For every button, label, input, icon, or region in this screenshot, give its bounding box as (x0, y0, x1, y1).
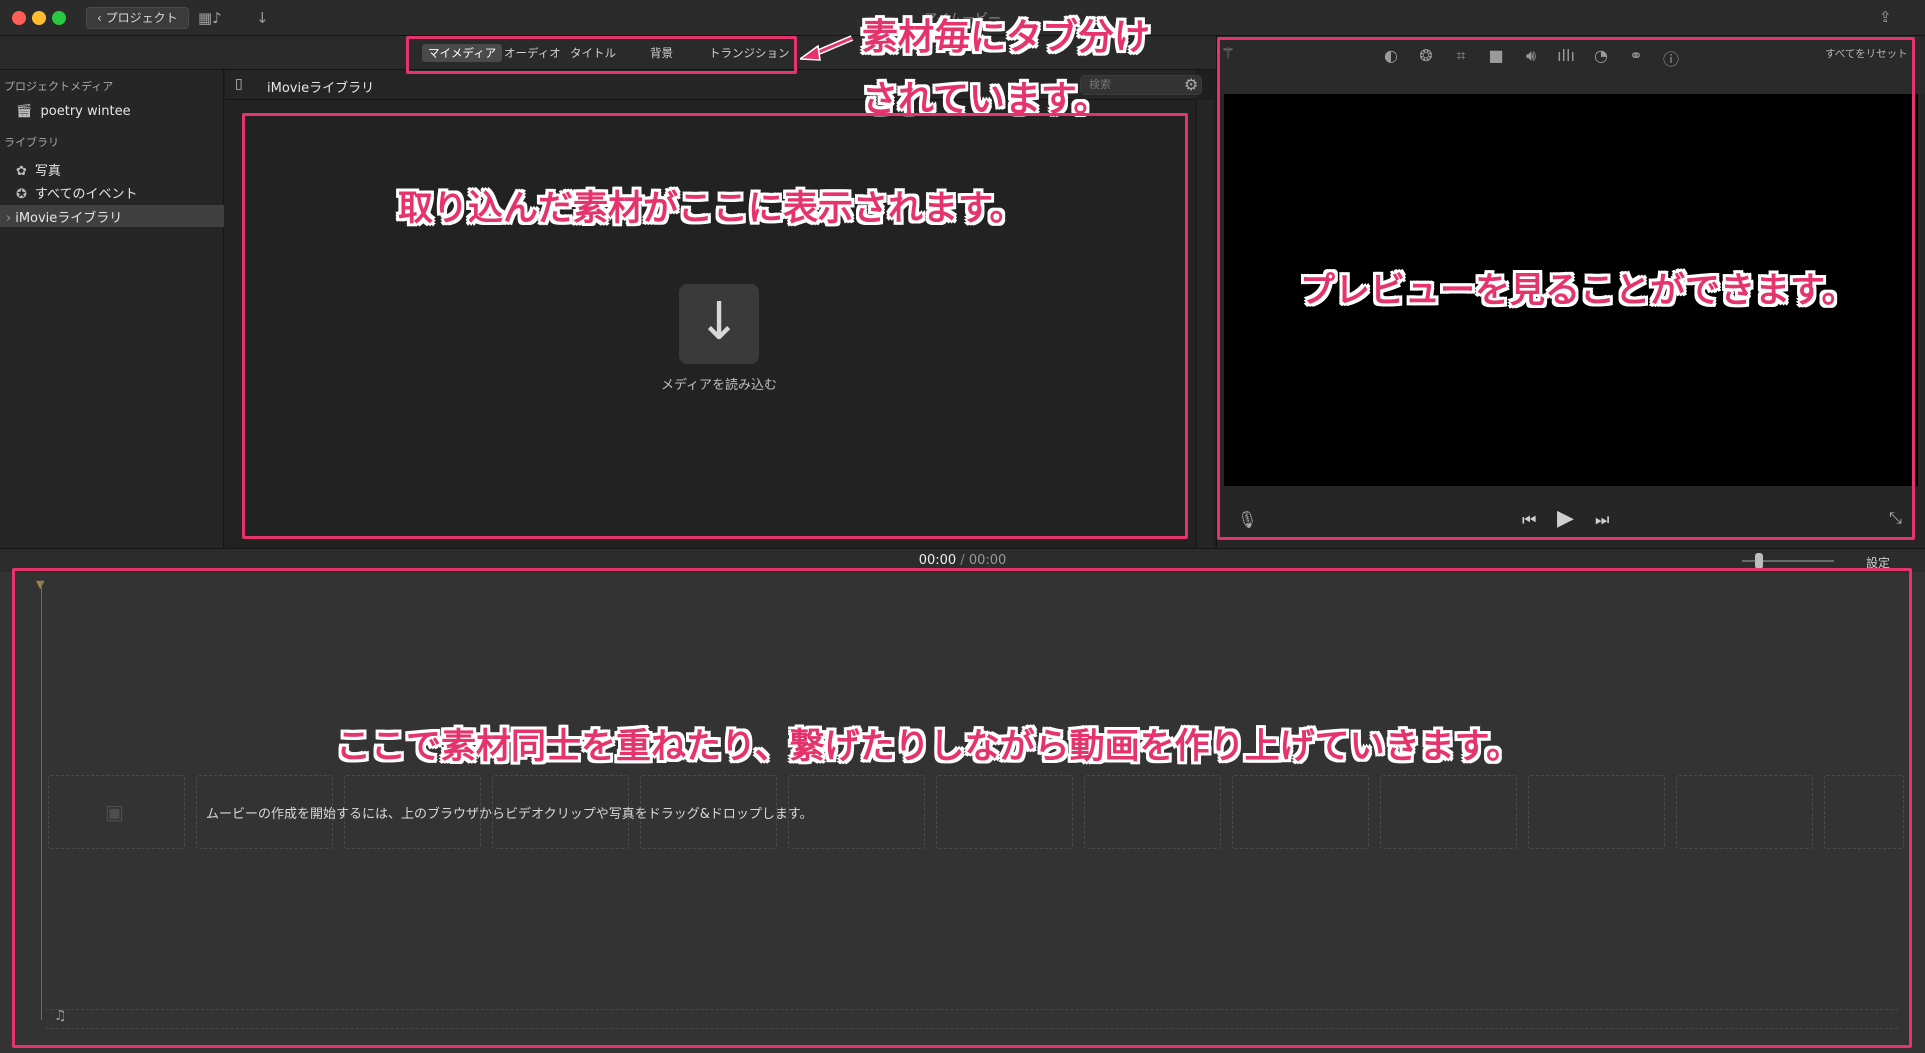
sidebar-item-all-events[interactable]: ✪ すべてのイベント (16, 183, 137, 202)
share-icon[interactable]: ⇪ (1879, 7, 1892, 27)
zoom-slider-thumb[interactable] (1755, 553, 1763, 569)
photos-icon: ✿ (16, 164, 27, 179)
timecode: 00:00 / 00:00 (0, 553, 1925, 568)
library-header: ライブラリ (4, 136, 59, 149)
library-sidebar: プロジェクトメディア 🎬︎ poetry wintee ライブラリ ✿ 写真 ✪ すべ… (0, 70, 224, 548)
project-media-header: プロジェクトメディア (4, 80, 114, 93)
chevron-right-icon: › (6, 211, 12, 226)
sidebar-item-imovie-library-label[interactable]: › iMovieライブラリ (6, 207, 122, 226)
sidebar-item-project[interactable]: 🎬︎ poetry wintee (16, 104, 131, 119)
annotation-browser: 取り込んだ素材がここに表示されます。 (398, 189, 1025, 229)
clapper-icon: 🎬︎ (16, 104, 33, 119)
total-time: 00:00 (968, 553, 1007, 568)
browser-scrollbar[interactable] (1196, 100, 1214, 548)
star-icon: ✪ (16, 187, 27, 202)
sidebar-item-photos[interactable]: ✿ 写真 (16, 160, 61, 179)
gear-icon[interactable]: ⚙ (1184, 75, 1198, 94)
browser-title: iMovieライブラリ (267, 81, 375, 96)
imovie-window: ‹ プロジェクト ▦♪ ↓ アイムービー ⇪ マイメディア オーディオ タイトル… (0, 0, 1925, 1053)
annotation-box-timeline (12, 568, 1912, 1048)
current-time: 00:00 (918, 553, 957, 568)
annotation-tabs-line1: 素材毎にタブ分け (862, 17, 1151, 58)
time-separator: / (960, 553, 965, 568)
annotation-timeline: ここで素材同士を重ねたり、繋げたりしながら動画を作り上げていきます。 (336, 727, 1522, 767)
annotation-viewer: プレビューを見ることができます。 (1300, 271, 1857, 311)
annotation-arrow (797, 34, 854, 64)
sidebar-toggle-icon[interactable]: ▯ (235, 76, 243, 92)
annotation-box-browser (242, 113, 1188, 539)
arrow-left-icon (797, 35, 854, 61)
annotation-box-tabs (406, 36, 797, 74)
